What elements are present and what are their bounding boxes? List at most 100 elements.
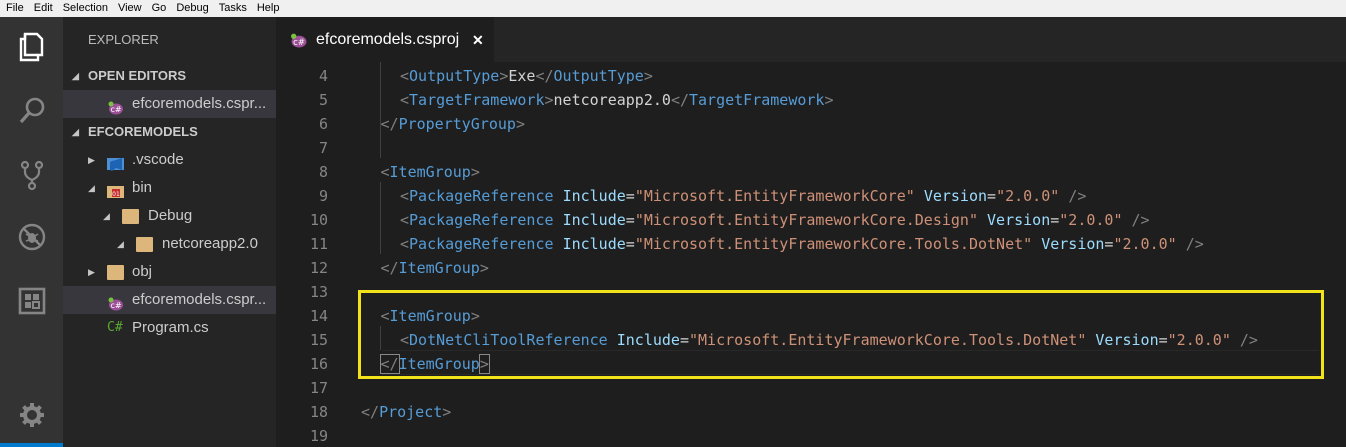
tree-item-bin[interactable]: ◢ 01 bin bbox=[63, 174, 276, 202]
code-token: = bbox=[625, 211, 635, 229]
tree-item-netcoreapp[interactable]: ◢ netcoreapp2.0 bbox=[63, 230, 276, 258]
svg-text:01: 01 bbox=[112, 191, 120, 198]
code-token: < bbox=[400, 331, 410, 349]
line-number: 10 bbox=[309, 211, 328, 229]
debug-button[interactable] bbox=[0, 209, 63, 265]
code-token: = bbox=[625, 187, 635, 205]
menu-item-file[interactable]: File bbox=[0, 0, 29, 17]
csharp-icon: C# bbox=[107, 320, 123, 335]
code-line[interactable]: 19 bbox=[276, 424, 1346, 447]
code-token: = bbox=[987, 187, 997, 205]
csproj-icon: c# bbox=[107, 97, 124, 115]
code-text: <ItemGroup> bbox=[381, 160, 480, 184]
tree-item-vscode[interactable]: ▶ .vscode bbox=[63, 146, 276, 174]
code-token: "2.0.0" bbox=[1113, 235, 1177, 253]
code-token: Version bbox=[923, 187, 988, 205]
open-editor-item[interactable]: c# efcoremodels.cspr... bbox=[63, 90, 276, 118]
menu-item-debug[interactable]: Debug bbox=[171, 0, 213, 17]
expanded-chevron-icon: ◢ bbox=[103, 211, 110, 221]
code-token: < bbox=[380, 163, 390, 181]
code-text: <PackageReference Include="Microsoft.Ent… bbox=[400, 232, 1204, 256]
menu-item-view[interactable]: View bbox=[113, 0, 147, 17]
code-line[interactable]: 14 <ItemGroup> bbox=[276, 304, 1346, 328]
code-token: "2.0.0" bbox=[1059, 211, 1123, 229]
tab-efcoremodels-csproj[interactable]: c# efcoremodels.csproj ✕ bbox=[276, 17, 494, 62]
close-icon[interactable]: ✕ bbox=[472, 17, 484, 63]
menu-item-go[interactable]: Go bbox=[147, 0, 172, 17]
code-token: /> bbox=[1185, 235, 1204, 253]
expanded-chevron-icon: ◢ bbox=[117, 239, 124, 249]
code-line[interactable]: 9 <PackageReference Include="Microsoft.En… bbox=[276, 184, 1346, 208]
source-control-icon bbox=[20, 160, 43, 191]
code-line[interactable]: 11 <PackageReference Include="Microsoft.E… bbox=[276, 232, 1346, 256]
line-number: 12 bbox=[309, 259, 328, 277]
tree-item-csproj[interactable]: c# efcoremodels.cspr... bbox=[63, 286, 276, 314]
open-editors-label: OPEN EDITORS bbox=[88, 68, 187, 83]
settings-button[interactable] bbox=[0, 387, 63, 443]
tree-item-label: efcoremodels.cspr... bbox=[132, 291, 267, 308]
tree-item-label: netcoreapp2.0 bbox=[162, 235, 258, 252]
search-button[interactable] bbox=[0, 83, 63, 139]
code-token: > bbox=[470, 307, 480, 325]
open-editors-header[interactable]: ◢ OPEN EDITORS bbox=[63, 62, 276, 90]
code-token: < bbox=[400, 211, 410, 229]
code-line[interactable]: 17 bbox=[276, 376, 1346, 400]
code-token: "Microsoft.EntityFrameworkCore.Tools.Dot… bbox=[634, 235, 1033, 253]
code-line[interactable]: 8 <ItemGroup> bbox=[276, 160, 1346, 184]
code-line[interactable]: 12 </ItemGroup> bbox=[276, 256, 1346, 280]
code-token: </ bbox=[380, 115, 399, 133]
code-line[interactable]: 6 </PropertyGroup> bbox=[276, 112, 1346, 136]
folder-icon bbox=[107, 265, 124, 280]
code-token: Project bbox=[379, 403, 443, 421]
tree-item-obj[interactable]: ▶ obj bbox=[63, 258, 276, 286]
line-number: 11 bbox=[309, 235, 328, 253]
debug-icon bbox=[18, 223, 45, 251]
expanded-chevron-icon: ◢ bbox=[88, 183, 95, 193]
code-token: "2.0.0" bbox=[996, 187, 1060, 205]
folder-icon bbox=[136, 237, 153, 252]
menu-item-edit[interactable]: Edit bbox=[29, 0, 58, 17]
code-editor[interactable]: 4 <OutputType>Exe</OutputType> 5 <TargetFra… bbox=[276, 62, 1346, 447]
source-control-button[interactable] bbox=[0, 147, 63, 203]
code-text: <PackageReference Include="Microsoft.Ent… bbox=[400, 208, 1150, 232]
extensions-button[interactable] bbox=[0, 273, 63, 329]
menu-item-help[interactable]: Help bbox=[252, 0, 285, 17]
code-token: /> bbox=[1239, 331, 1258, 349]
collapsed-chevron-icon: ▶ bbox=[88, 155, 95, 165]
code-token: </ bbox=[380, 259, 399, 277]
line-number: 9 bbox=[318, 187, 328, 205]
code-token: ItemGroup bbox=[398, 259, 480, 277]
code-line[interactable]: 7 bbox=[276, 136, 1346, 160]
tab-bar: c# efcoremodels.csproj ✕ bbox=[276, 17, 1346, 62]
code-token: netcoreapp2.0 bbox=[553, 91, 671, 109]
current-line-highlight bbox=[382, 350, 1319, 375]
code-token: OutputType bbox=[553, 67, 644, 85]
code-token: Include bbox=[562, 235, 626, 253]
menu-item-selection[interactable]: Selection bbox=[58, 0, 113, 17]
code-line[interactable]: 5 <TargetFramework>netcoreapp2.0</TargetF… bbox=[276, 88, 1346, 112]
code-token: Version bbox=[1095, 331, 1159, 349]
code-line[interactable]: 4 <OutputType>Exe</OutputType> bbox=[276, 64, 1346, 88]
code-token: > bbox=[515, 115, 525, 133]
code-line[interactable]: 18 </Project> bbox=[276, 400, 1346, 424]
code-text: </Project> bbox=[361, 400, 451, 424]
code-line[interactable]: 13 bbox=[276, 280, 1346, 304]
code-token: > bbox=[824, 91, 834, 109]
code-line[interactable]: 15 <DotNetCliToolReference Include="Micro… bbox=[276, 328, 1346, 352]
project-header[interactable]: ◢ EFCOREMODELS bbox=[63, 118, 276, 146]
code-line[interactable]: 10 <PackageReference Include="Microsoft.E… bbox=[276, 208, 1346, 232]
code-token: TargetFramework bbox=[409, 91, 545, 109]
menu-item-tasks[interactable]: Tasks bbox=[214, 0, 252, 17]
code-token: OutputType bbox=[409, 67, 500, 85]
code-text: <OutputType>Exe</OutputType> bbox=[400, 64, 653, 88]
vscode-folder-icon bbox=[107, 153, 124, 171]
tree-item-debug[interactable]: ◢ Debug bbox=[63, 202, 276, 230]
explorer-button[interactable] bbox=[0, 19, 63, 75]
tree-item-program[interactable]: C# Program.cs bbox=[63, 314, 276, 342]
tree-item-label: obj bbox=[132, 263, 153, 280]
code-token: DotNetCliToolReference bbox=[409, 331, 608, 349]
